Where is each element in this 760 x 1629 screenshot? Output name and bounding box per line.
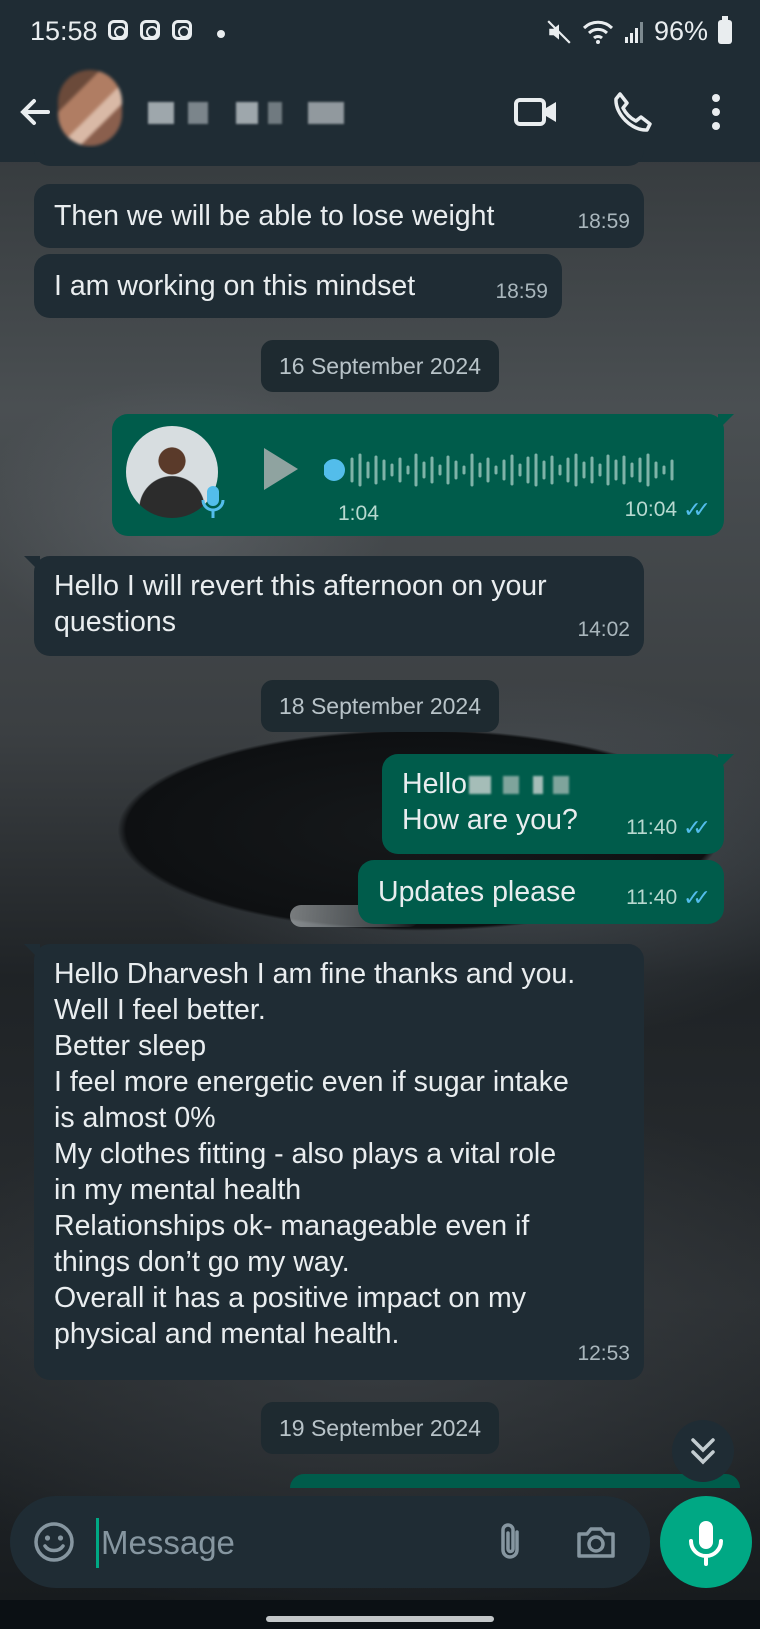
battery-icon xyxy=(718,15,732,44)
outgoing-message[interactable]: Updates please 11:40 ✓✓ xyxy=(358,860,724,924)
mute-icon xyxy=(547,19,571,44)
battery-level: 96% xyxy=(653,16,708,46)
incoming-message[interactable]: Then we will be able to lose weight 18:5… xyxy=(34,184,644,248)
message-time: 18:59 xyxy=(577,210,630,233)
message-text: Hello I will revert this afternoon on yo… xyxy=(54,570,547,638)
message-time: 11:40 xyxy=(626,816,678,839)
date-separator: 18 September 2024 xyxy=(260,680,500,732)
message-time: 10:04 xyxy=(624,498,678,521)
contact-avatar[interactable] xyxy=(58,70,122,146)
camera-icon[interactable] xyxy=(574,1520,618,1564)
incoming-message[interactable]: Hello Dharvesh I am fine thanks and you.… xyxy=(24,944,644,1380)
outgoing-voice-message[interactable]: 1:04 10:04 ✓✓ xyxy=(112,414,734,536)
incoming-message[interactable]: I am working on this mindset 18:59 xyxy=(34,254,562,318)
date-separator: 19 September 2024 xyxy=(260,1402,500,1454)
message-bubble-partial[interactable] xyxy=(34,148,644,166)
message-text: Updates please xyxy=(378,876,577,908)
double-chevron-down-icon xyxy=(691,1438,715,1465)
status-bar: 15:58 96% xyxy=(0,0,760,66)
instagram-icon xyxy=(108,20,128,40)
notification-dot-icon xyxy=(217,30,225,38)
voice-duration: 1:04 xyxy=(338,502,379,525)
incoming-message[interactable]: Hello I will revert this afternoon on yo… xyxy=(24,556,644,656)
phone-icon[interactable] xyxy=(608,88,656,136)
wifi-icon xyxy=(582,20,614,44)
message-text: Hello xyxy=(402,768,467,800)
message-time: 12:53 xyxy=(577,1342,630,1365)
instagram-icon xyxy=(172,20,192,40)
more-vert-icon[interactable] xyxy=(692,88,740,136)
read-receipt-icon: ✓✓ xyxy=(683,815,711,840)
play-icon[interactable] xyxy=(258,444,302,494)
message-time: 14:02 xyxy=(577,618,630,641)
message-time: 18:59 xyxy=(495,280,548,303)
mic-icon xyxy=(689,1521,723,1566)
scroll-to-bottom-button[interactable] xyxy=(672,1420,734,1482)
status-time: 15:58 xyxy=(30,16,98,46)
outgoing-message[interactable]: Hello How are you? 11:40 ✓✓ xyxy=(382,754,734,854)
video-call-icon[interactable] xyxy=(512,88,560,136)
date-separator: 16 September 2024 xyxy=(260,340,500,392)
message-text: Then we will be able to lose weight xyxy=(54,200,495,232)
instagram-icon xyxy=(140,20,160,40)
emoji-icon[interactable] xyxy=(32,1520,76,1564)
message-text: Hello Dharvesh I am fine thanks and you.… xyxy=(54,958,576,1350)
read-receipt-icon: ✓✓ xyxy=(683,885,711,910)
system-nav-bar xyxy=(0,1600,760,1629)
message-input[interactable] xyxy=(96,1518,483,1568)
attach-icon[interactable] xyxy=(488,1520,532,1564)
home-gesture-handle[interactable] xyxy=(266,1616,494,1622)
message-composer xyxy=(10,1496,650,1588)
voice-record-button[interactable] xyxy=(660,1496,752,1588)
message-text: I am working on this mindset xyxy=(54,270,416,302)
signal-icon xyxy=(624,21,643,43)
back-arrow-icon[interactable] xyxy=(14,90,58,134)
redacted-name xyxy=(468,776,569,795)
message-time: 11:40 xyxy=(626,886,678,909)
waveform[interactable] xyxy=(324,449,684,491)
mic-icon xyxy=(201,486,225,518)
contact-name-redacted[interactable] xyxy=(148,102,348,124)
read-receipt-icon: ✓✓ xyxy=(683,497,711,522)
